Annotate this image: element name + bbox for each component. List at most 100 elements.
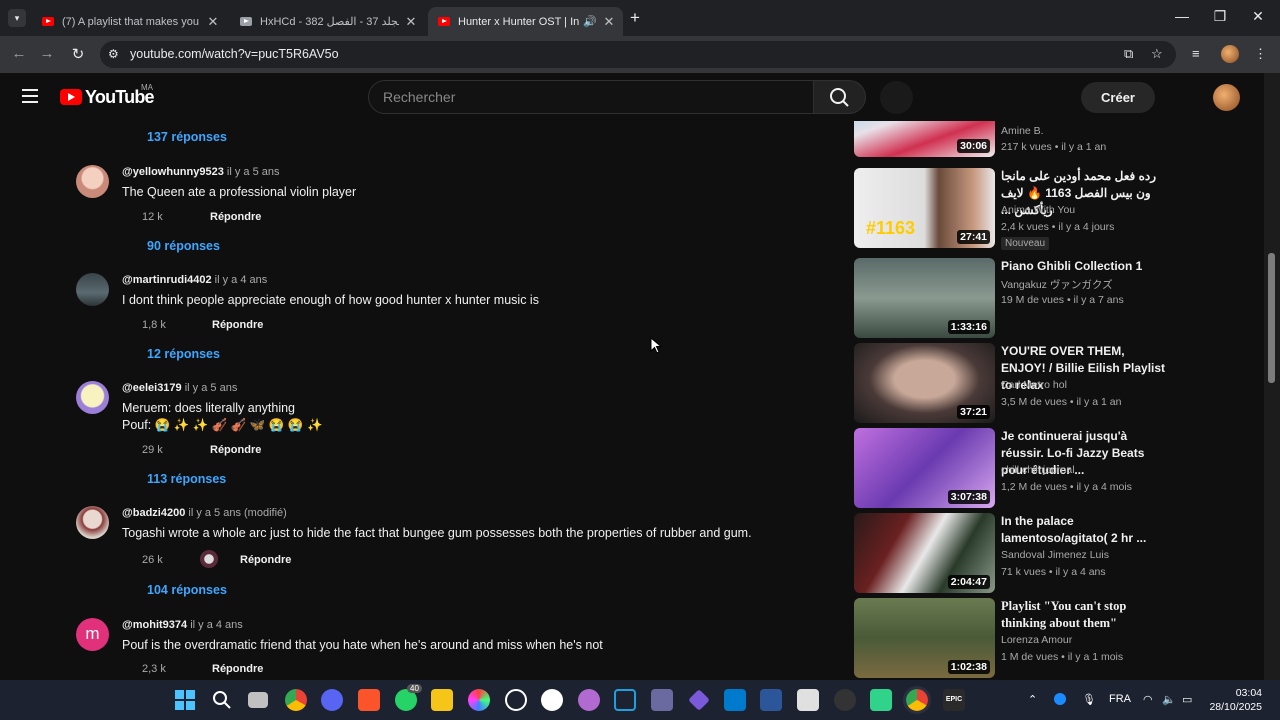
comment-author[interactable]: @eelei3179	[122, 382, 182, 394]
comment-author[interactable]: @yellowhunny9523	[122, 166, 224, 178]
avatar[interactable]	[76, 506, 109, 539]
video-card[interactable]: 3:07:38 Je continuerai jusqu'à réussir. …	[854, 428, 1264, 508]
comment-time[interactable]: il y a 5 ans	[185, 382, 238, 394]
wifi-icon[interactable]: ◠	[1143, 693, 1153, 706]
channel-name[interactable]: Anime With You	[1001, 204, 1075, 216]
chrome-icon[interactable]	[285, 689, 307, 711]
epic-games-icon[interactable]: EPIC	[943, 689, 965, 711]
show-hidden-icons[interactable]: ⌃	[1028, 693, 1037, 706]
chrome-active-icon[interactable]	[903, 686, 931, 714]
reply-button[interactable]: Répondre	[210, 444, 261, 456]
youtube-logo-icon[interactable]	[60, 89, 82, 105]
replies-toggle[interactable]: 137 réponses	[147, 130, 227, 144]
channel-name[interactable]: Carl Metro hol	[1001, 379, 1067, 391]
start-icon[interactable]	[174, 689, 196, 711]
notepad-icon[interactable]	[797, 689, 819, 711]
battery-icon[interactable]: ▭	[1182, 693, 1192, 706]
maximize-icon[interactable]: ❐	[1210, 8, 1230, 25]
close-window-icon[interactable]: ✕	[1248, 8, 1268, 25]
tab-close-icon[interactable]: ✕	[403, 14, 419, 30]
video-thumbnail[interactable]: 1:33:16	[854, 258, 995, 338]
forward-icon[interactable]: →	[38, 45, 56, 62]
video-thumbnail[interactable]: 2:04:47	[854, 513, 995, 593]
task-view-icon[interactable]	[248, 692, 268, 708]
scrollbar-thumb[interactable]	[1268, 253, 1275, 383]
replies-toggle[interactable]: 113 réponses	[147, 472, 226, 486]
media-controls-icon[interactable]: ≡	[1192, 46, 1200, 61]
browser-tab-1[interactable]: (7) A playlist that makes you fe ✕	[32, 7, 227, 36]
video-title[interactable]: In the palace lamentoso/agitato( 2 hr ..…	[1001, 513, 1171, 547]
channel-name[interactable]: Amine B.	[1001, 125, 1044, 137]
media-app-icon[interactable]	[578, 689, 600, 711]
channel-name[interactable]: Lorenza Amour	[1001, 634, 1072, 646]
comment-author[interactable]: @martinrudi4402	[122, 274, 212, 286]
video-card[interactable]: 37:21 YOU'RE OVER THEM, ENJOY! / Billie …	[854, 343, 1264, 423]
speed-icon[interactable]	[505, 689, 527, 711]
search-button[interactable]	[814, 80, 866, 114]
video-title[interactable]: Playlist "You can't stop thinking about …	[1001, 598, 1171, 632]
video-thumbnail[interactable]: #1163 27:41	[854, 168, 995, 248]
search-input[interactable]	[383, 89, 803, 105]
video-title[interactable]: Piano Ghibli Collection 1	[1001, 258, 1171, 275]
tab-close-icon[interactable]: ✕	[601, 14, 617, 30]
avatar[interactable]: m	[76, 618, 109, 651]
discord-icon[interactable]	[321, 689, 343, 711]
video-card[interactable]: 30:06 Amine B. 217 k vues • il y a 1 an	[854, 121, 1264, 157]
reply-button[interactable]: Répondre	[212, 663, 263, 675]
tab-search-icon[interactable]: ▾	[8, 9, 26, 27]
address-bar[interactable]: ⚙ youtube.com/watch?v=pucT5R6AV5o ⧉ ☆	[100, 41, 1176, 68]
app-icon[interactable]	[870, 689, 892, 711]
replies-toggle[interactable]: 12 réponses	[147, 347, 220, 361]
minimize-icon[interactable]: —	[1172, 8, 1192, 24]
microphone-icon[interactable]: 🎙	[1082, 693, 1096, 706]
voice-search-button[interactable]	[880, 81, 913, 114]
browser-tab-3-active[interactable]: Hunter x Hunter OST | In Th 🔊 ✕	[428, 7, 623, 36]
app-icon[interactable]	[651, 689, 673, 711]
channel-name[interactable]: chill chill journal	[1001, 464, 1075, 476]
brave-icon[interactable]	[358, 689, 380, 711]
replies-toggle[interactable]: 90 réponses	[147, 239, 220, 253]
settings-gear-icon[interactable]	[541, 689, 563, 711]
app-icon[interactable]	[688, 689, 710, 711]
browser-tab-2[interactable]: HxHCd - 382 المجلد 37 - الفصل ✕	[230, 7, 425, 36]
app-icon[interactable]	[468, 689, 490, 711]
bookmark-star-icon[interactable]: ☆	[1151, 46, 1163, 62]
file-explorer-icon[interactable]	[431, 689, 453, 711]
video-card[interactable]: 1:33:16 Piano Ghibli Collection 1 Vangak…	[854, 258, 1264, 338]
channel-name[interactable]: Vangakuz ヴァンガクズ	[1001, 277, 1113, 292]
url-text[interactable]: youtube.com/watch?v=pucT5R6AV5o	[130, 47, 339, 61]
avatar[interactable]	[76, 273, 109, 306]
reply-button[interactable]: Répondre	[240, 554, 291, 566]
profile-avatar[interactable]	[1221, 45, 1239, 63]
new-tab-button[interactable]: +	[630, 8, 640, 28]
comment-author[interactable]: @mohit9374	[122, 619, 187, 631]
search-taskbar-icon[interactable]	[211, 689, 233, 711]
reply-button[interactable]: Répondre	[212, 319, 263, 331]
channel-name[interactable]: Sandoval Jimenez Luis	[1001, 549, 1109, 561]
video-thumbnail[interactable]: 30:06	[854, 121, 995, 157]
comment-author[interactable]: @badzi4200	[122, 507, 185, 519]
replies-toggle[interactable]: 104 réponses	[147, 583, 227, 597]
vscode-icon[interactable]	[724, 689, 746, 711]
app-icon[interactable]	[834, 689, 856, 711]
clock[interactable]: 03:04 28/10/2025	[1208, 686, 1262, 714]
video-card[interactable]: #1163 27:41 رده فعل محمد أودين على مانجا…	[854, 168, 1264, 250]
comment-time[interactable]: il y a 5 ans	[227, 166, 280, 178]
comment-time[interactable]: il y a 5 ans (modifié)	[188, 507, 286, 519]
menu-icon[interactable]	[22, 89, 38, 103]
reload-icon[interactable]: ↻	[69, 45, 87, 63]
video-thumbnail[interactable]: 1:02:38	[854, 598, 995, 678]
whatsapp-icon[interactable]: 40	[395, 684, 422, 711]
avatar[interactable]	[76, 381, 109, 414]
word-icon[interactable]	[760, 689, 782, 711]
video-card[interactable]: 1:02:38 Playlist "You can't stop thinkin…	[854, 598, 1264, 678]
reply-button[interactable]: Répondre	[210, 211, 261, 223]
volume-icon[interactable]: 🔈	[1162, 693, 1176, 706]
comment-time[interactable]: il y a 4 ans	[190, 619, 243, 631]
video-thumbnail[interactable]: 37:21	[854, 343, 995, 423]
video-card[interactable]: 2:04:47 In the palace lamentoso/agitato(…	[854, 513, 1264, 593]
tray-app-icon[interactable]	[1054, 693, 1066, 705]
comment-time[interactable]: il y a 4 ans	[215, 274, 268, 286]
language-indicator[interactable]: FRA	[1109, 693, 1131, 705]
install-app-icon[interactable]: ⧉	[1124, 46, 1133, 62]
